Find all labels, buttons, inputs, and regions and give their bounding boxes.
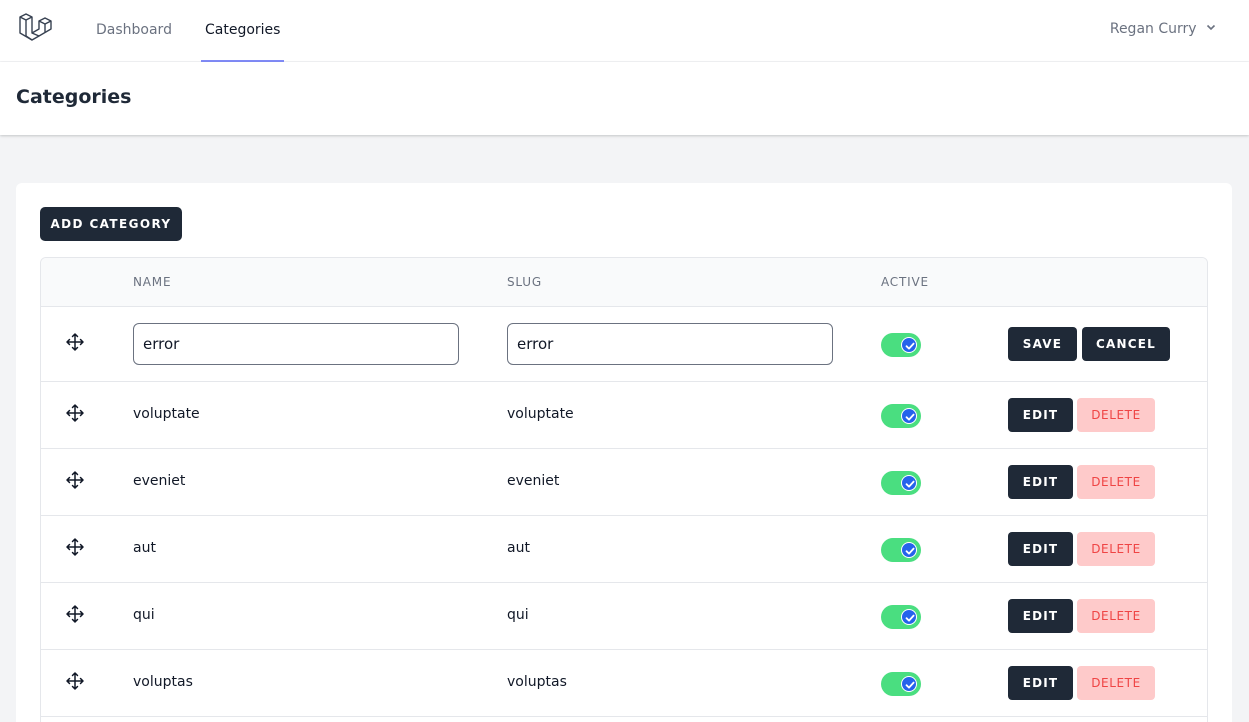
chevron-down-icon [1205, 0, 1217, 58]
categories-table: NAME SLUG ACTIVE SAVE CANCEL voluptate v… [40, 257, 1208, 722]
check-icon [905, 614, 915, 622]
category-name: voluptate [133, 406, 200, 422]
table-row: voluptas voluptas EDIT DELETE [41, 650, 1207, 717]
move-arrows-icon[interactable] [65, 403, 85, 423]
nav-link-dashboard[interactable]: Dashboard [92, 0, 176, 62]
name-input[interactable] [133, 323, 459, 365]
check-icon [905, 681, 915, 689]
toggle-knob [901, 676, 917, 692]
active-toggle[interactable] [881, 605, 921, 629]
cancel-button[interactable]: CANCEL [1082, 327, 1170, 361]
nav-link-categories[interactable]: Categories [201, 0, 285, 62]
column-header-slug: SLUG [507, 275, 542, 289]
table-row: aut aut EDIT DELETE [41, 516, 1207, 583]
toggle-knob [901, 337, 917, 353]
category-slug: voluptate [507, 406, 574, 422]
category-slug: aut [507, 540, 530, 556]
category-name: qui [133, 607, 155, 623]
add-category-button[interactable]: ADD CATEGORY [40, 207, 182, 241]
move-arrows-icon[interactable] [65, 604, 85, 624]
delete-button[interactable]: DELETE [1077, 666, 1155, 700]
toggle-knob [901, 408, 917, 424]
user-name: Regan Curry [1109, 21, 1197, 37]
check-icon [905, 480, 915, 488]
active-toggle[interactable] [881, 672, 921, 696]
column-header-name: NAME [133, 275, 172, 289]
delete-button[interactable]: DELETE [1077, 398, 1155, 432]
move-arrows-icon[interactable] [65, 537, 85, 557]
edit-button[interactable]: EDIT [1008, 599, 1073, 633]
page-header: Categories [0, 62, 1249, 135]
active-toggle[interactable] [881, 471, 921, 495]
save-button[interactable]: SAVE [1008, 327, 1077, 361]
category-name: eveniet [133, 473, 186, 489]
toggle-knob [901, 475, 917, 491]
category-slug: eveniet [507, 473, 560, 489]
column-header-active: ACTIVE [881, 275, 929, 289]
edit-button[interactable]: EDIT [1008, 532, 1073, 566]
table-row: voluptate voluptate EDIT DELETE [41, 382, 1207, 449]
edit-button[interactable]: EDIT [1008, 666, 1073, 700]
category-name: voluptas [133, 674, 193, 690]
category-name: aut [133, 540, 156, 556]
active-toggle[interactable] [881, 404, 921, 428]
category-slug: voluptas [507, 674, 567, 690]
toggle-knob [901, 609, 917, 625]
active-toggle[interactable] [881, 538, 921, 562]
move-arrows-icon[interactable] [65, 470, 85, 490]
move-arrows-icon[interactable] [65, 671, 85, 691]
check-icon [905, 413, 915, 421]
check-icon [905, 547, 915, 555]
categories-card: ADD CATEGORY NAME SLUG ACTIVE SAVE CANCE… [16, 183, 1232, 722]
check-icon [905, 342, 915, 350]
category-slug: qui [507, 607, 529, 623]
table-row: eveniet eveniet EDIT DELETE [41, 449, 1207, 516]
top-navigation: Dashboard Categories Regan Curry [0, 0, 1249, 62]
table-header: NAME SLUG ACTIVE [41, 258, 1207, 307]
table-row: qui qui EDIT DELETE [41, 583, 1207, 650]
delete-button[interactable]: DELETE [1077, 465, 1155, 499]
toggle-knob [901, 542, 917, 558]
delete-button[interactable]: DELETE [1077, 532, 1155, 566]
page-title: Categories [16, 86, 132, 108]
user-menu[interactable]: Regan Curry [1110, 0, 1217, 60]
edit-button[interactable]: EDIT [1008, 465, 1073, 499]
laravel-logo-icon[interactable] [18, 12, 52, 46]
edit-button[interactable]: EDIT [1008, 398, 1073, 432]
delete-button[interactable]: DELETE [1077, 599, 1155, 633]
move-arrows-icon[interactable] [65, 332, 85, 352]
slug-input[interactable] [507, 323, 833, 365]
table-row-editing: SAVE CANCEL [41, 307, 1207, 382]
active-toggle[interactable] [881, 333, 921, 357]
